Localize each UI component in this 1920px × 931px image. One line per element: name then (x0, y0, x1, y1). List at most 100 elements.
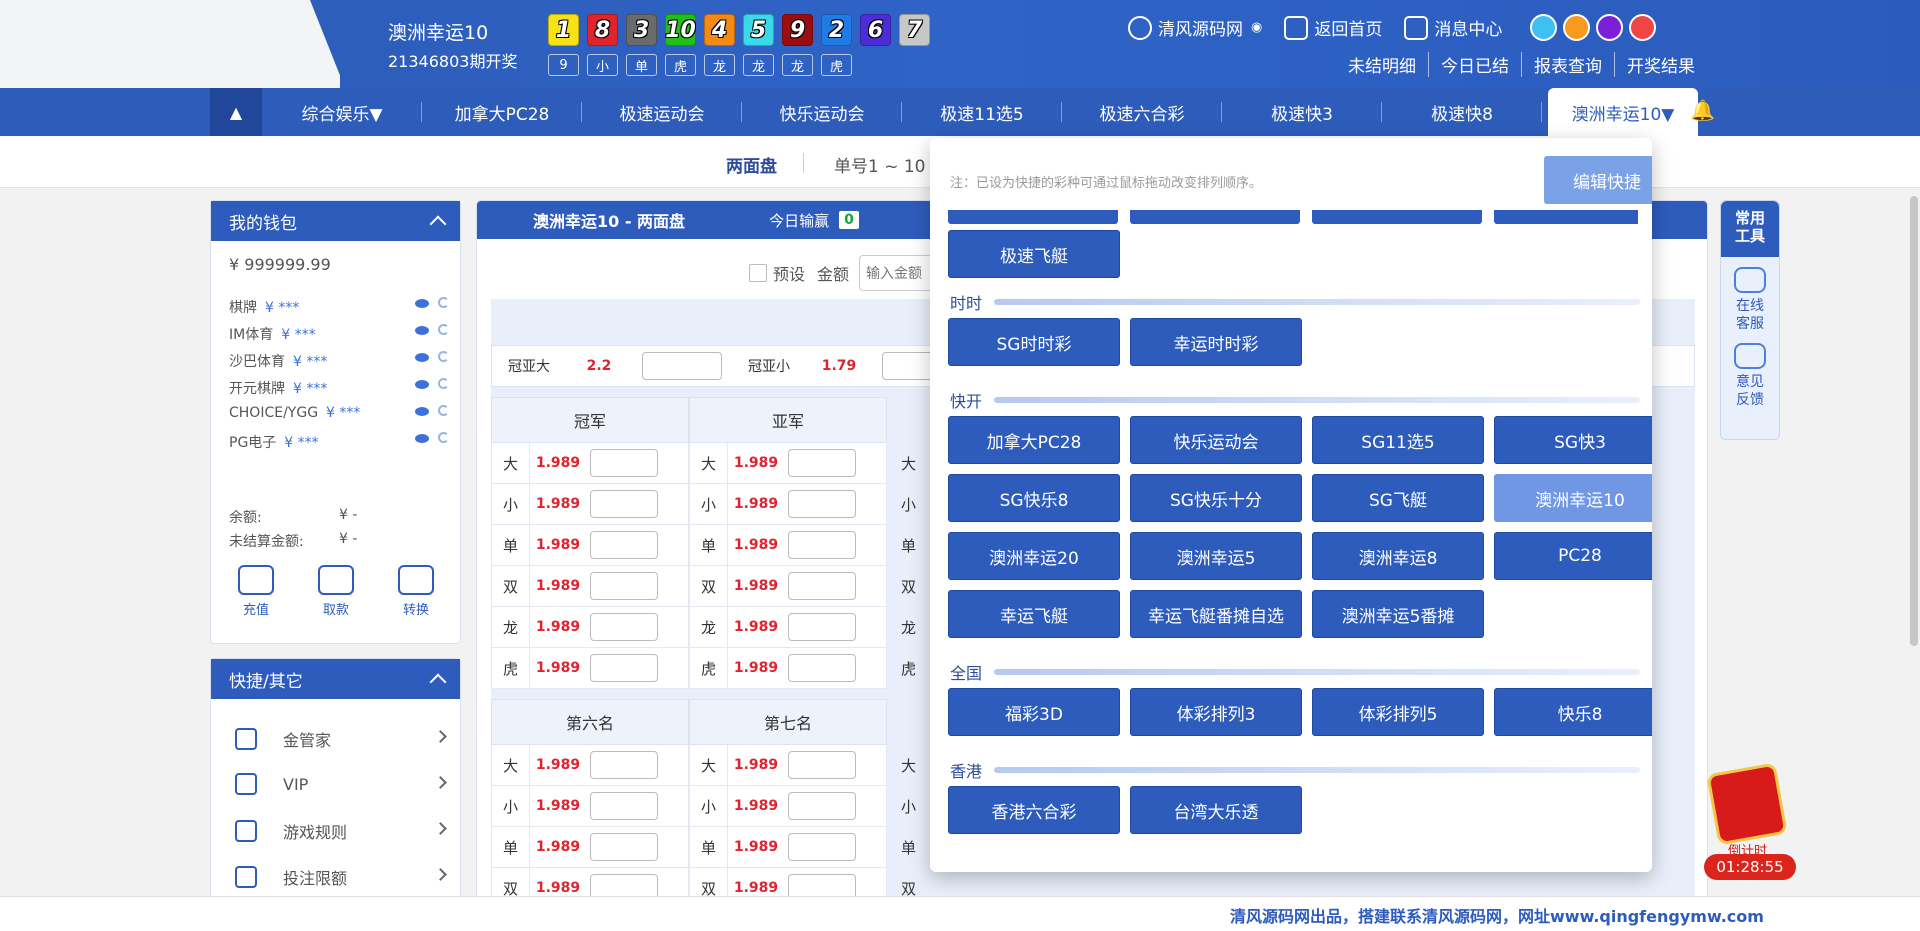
lottery-button[interactable]: SG11选5 (1312, 416, 1484, 464)
bet-amount-input[interactable] (590, 572, 658, 600)
refresh-icon[interactable] (438, 432, 449, 443)
bet-amount-input[interactable] (590, 531, 658, 559)
theme-color-dot[interactable] (1629, 14, 1657, 41)
bet-amount-input[interactable] (788, 449, 856, 477)
user-menu[interactable]: 清风源码网 ◉ (1128, 15, 1262, 40)
home-link[interactable]: 返回首页 (1284, 15, 1382, 40)
bet-amount-input[interactable] (590, 613, 658, 641)
bet-amount-input[interactable] (788, 751, 856, 779)
bet-amount-input[interactable] (590, 792, 658, 820)
bell-icon[interactable]: 🔔 (1690, 98, 1716, 124)
refresh-icon[interactable] (438, 297, 449, 308)
nav-item[interactable]: 极速六合彩 (1062, 88, 1222, 136)
nav-item[interactable]: 极速快3 (1222, 88, 1382, 136)
page-scrollbar[interactable] (1910, 196, 1918, 646)
theme-color-dot[interactable] (1596, 14, 1624, 41)
bet-amount-input[interactable] (590, 449, 658, 477)
lottery-button[interactable]: 澳洲幸运5 (1130, 532, 1302, 580)
lottery-button[interactable]: PC28 (1494, 532, 1652, 580)
amount-input[interactable]: 输入金额 (859, 255, 940, 291)
nav-item[interactable]: 澳洲幸运10▼ (1548, 88, 1698, 136)
nav-item[interactable]: 极速11选5 (902, 88, 1062, 136)
quick-item[interactable]: 投注限额 (235, 865, 447, 889)
eye-icon[interactable] (415, 380, 429, 389)
bet-amount-input[interactable] (590, 833, 658, 861)
bet-amount-input[interactable] (788, 531, 856, 559)
nav-item[interactable]: 综合娱乐▼ (262, 88, 422, 136)
lottery-button[interactable]: 澳洲幸运20 (948, 532, 1120, 580)
bet-amount-input[interactable] (788, 613, 856, 641)
lottery-button[interactable]: 幸运时时彩 (1130, 318, 1302, 366)
chevron-up-icon[interactable] (429, 673, 447, 691)
headset-icon[interactable] (1734, 267, 1766, 293)
lottery-button[interactable]: 澳洲幸运10 (1494, 474, 1652, 522)
tab-two-sides[interactable]: 两面盘 (726, 152, 777, 177)
bet-amount-input[interactable] (788, 792, 856, 820)
bet-amount-input[interactable] (590, 751, 658, 779)
quick-header[interactable]: 快捷/其它 (211, 659, 460, 699)
lottery-button[interactable]: 加拿大PC28 (948, 416, 1120, 464)
theme-color-dot[interactable] (1530, 14, 1558, 41)
wallet-header[interactable]: 我的钱包 (211, 201, 460, 241)
bet-amount-input[interactable] (788, 654, 856, 682)
collapse-toggle[interactable]: ▲ (210, 88, 262, 136)
lottery-button[interactable]: 体彩排列3 (1130, 688, 1302, 736)
quick-item[interactable]: VIP (235, 773, 447, 795)
bet-amount-input[interactable] (788, 490, 856, 518)
online-service[interactable]: 在线客服 (1721, 297, 1779, 333)
lottery-button[interactable]: 台湾大乐透 (1130, 786, 1302, 834)
bet-amount-input[interactable] (590, 654, 658, 682)
bet-amount-input[interactable] (788, 833, 856, 861)
nav-item[interactable]: 极速运动会 (582, 88, 742, 136)
wallet-action-button[interactable]: 充值 (235, 565, 277, 618)
chevron-up-icon[interactable] (429, 215, 447, 233)
lottery-button[interactable]: 幸运飞艇 (948, 590, 1120, 638)
feedback-icon[interactable] (1734, 343, 1766, 369)
theme-color-dot[interactable] (1563, 14, 1591, 41)
lottery-button[interactable]: 香港六合彩 (948, 786, 1120, 834)
nav-item[interactable]: 快乐运动会 (742, 88, 902, 136)
wallet-action-button[interactable]: 取款 (315, 565, 357, 618)
lottery-button[interactable]: 快乐8 (1494, 688, 1652, 736)
preset-checkbox[interactable] (749, 264, 767, 282)
refresh-icon[interactable] (438, 378, 449, 389)
sum-amount-input[interactable] (642, 352, 722, 380)
lottery-button[interactable]: SG快乐十分 (1130, 474, 1302, 522)
lottery-button[interactable]: 极速飞艇 (948, 230, 1120, 278)
lottery-button[interactable]: 澳洲幸运8 (1312, 532, 1484, 580)
lottery-button[interactable]: 福彩3D (948, 688, 1120, 736)
lottery-button[interactable]: SG时时彩 (948, 318, 1120, 366)
wallet-action-button[interactable]: 转换 (395, 565, 437, 618)
bet-amount-input[interactable] (590, 490, 658, 518)
eye-icon[interactable] (415, 434, 429, 443)
lottery-button[interactable]: 幸运飞艇番摊自选 (1130, 590, 1302, 638)
red-envelope[interactable]: 倒计时 01:28:55 (1704, 762, 1796, 880)
refresh-icon[interactable] (438, 351, 449, 362)
eye-icon[interactable] (415, 299, 429, 308)
refresh-icon[interactable] (438, 405, 449, 416)
eye-icon[interactable] (415, 326, 429, 335)
lottery-button[interactable]: SG快3 (1494, 416, 1652, 464)
nav-item[interactable]: 加拿大PC28 (422, 88, 582, 136)
quick-item[interactable]: 金管家 (235, 727, 447, 751)
quick-item[interactable]: 游戏规则 (235, 819, 447, 843)
message-center-link[interactable]: 消息中心 (1404, 15, 1502, 40)
edit-shortcuts-button[interactable]: 编辑快捷 (1544, 156, 1652, 204)
eye-icon[interactable] (415, 353, 429, 362)
lottery-button[interactable]: SG飞艇 (1312, 474, 1484, 522)
header-link[interactable]: 今日已结 (1428, 52, 1521, 77)
eye-icon[interactable]: ◉ (1251, 20, 1262, 35)
header-link[interactable]: 未结明细 (1336, 52, 1428, 77)
header-link[interactable]: 开奖结果 (1614, 52, 1707, 77)
tab-single-number[interactable]: 单号1 ~ 10 (834, 152, 926, 177)
lottery-button[interactable]: 体彩排列5 (1312, 688, 1484, 736)
refresh-icon[interactable] (438, 324, 449, 335)
lottery-button[interactable]: 快乐运动会 (1130, 416, 1302, 464)
nav-item[interactable]: 极速快8 (1382, 88, 1542, 136)
lottery-button[interactable]: SG快乐8 (948, 474, 1120, 522)
feedback[interactable]: 意见反馈 (1721, 373, 1779, 409)
bet-amount-input[interactable] (788, 572, 856, 600)
eye-icon[interactable] (415, 407, 429, 416)
lottery-button[interactable]: 澳洲幸运5番摊 (1312, 590, 1484, 638)
header-link[interactable]: 报表查询 (1521, 52, 1614, 77)
